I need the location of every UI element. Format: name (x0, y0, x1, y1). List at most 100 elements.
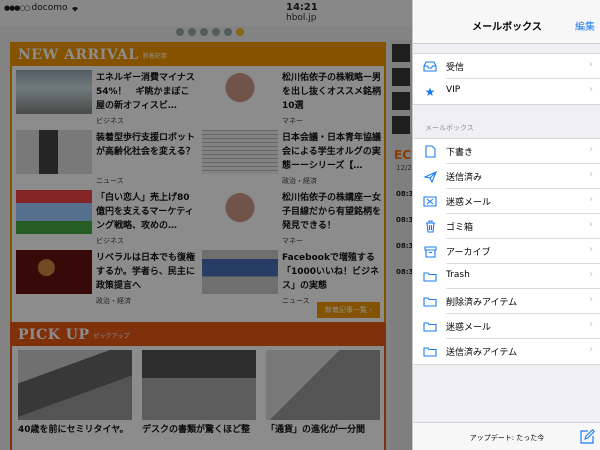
mailbox-footer: アップデート: たった今 (413, 422, 600, 450)
pickup-title: 40歳を前にセミリタイヤ。 (18, 425, 129, 435)
mailbox-label: アーカイブ (446, 248, 491, 258)
side-time: 08:3 (396, 242, 412, 250)
pickup-card[interactable]: 「通貨」の進化が一分間 (266, 350, 380, 450)
section-title: PICK UP (18, 327, 90, 343)
mailbox-row-deleted-items[interactable]: 削除済みアイテム › (413, 289, 600, 314)
article-category: ニュース (96, 177, 124, 185)
mailbox-label: 下書き (446, 148, 474, 158)
article-card[interactable]: 松川佑依子の株講座ー女子目線だから有望銘柄を発見できる！ マネー (202, 190, 384, 248)
article-card[interactable]: リベラルは日本でも復権するか。学者ら、民主に政策提言へ 政治・経済 (16, 250, 198, 308)
article-category: ビジネス (96, 237, 124, 245)
article-card[interactable]: 「白い恋人」売上げ80億円を支えるマーケティング戦略、攻めの… ビジネス (16, 190, 198, 248)
address-bar[interactable]: hbol.jp (0, 12, 412, 26)
paper-plane-icon (423, 170, 437, 183)
article-title: 装着型歩行支援ロボットが高齢化社会を変える？ (96, 133, 196, 157)
draft-document-icon (423, 145, 437, 158)
mailbox-row-sent[interactable]: 送信済み › (413, 164, 600, 189)
chevron-right-icon: › (589, 169, 593, 180)
article-card[interactable]: 日本会議・日本青年協議会による学生オルグの実態ーーシリーズ【… 政治・経済 (202, 130, 384, 188)
trash-can-icon (423, 220, 437, 233)
side-time: 08:3 (396, 190, 412, 198)
article-category: 政治・経済 (282, 177, 317, 185)
edit-button[interactable]: 編集 (575, 18, 595, 33)
mailbox-header: メールボックス 編集 (413, 0, 600, 44)
pickup-card[interactable]: 40歳を前にセミリタイヤ。 (18, 350, 132, 450)
article-category: ニュース (282, 297, 310, 305)
article-title: リベラルは日本でも復権するか。学者ら、民主に政策提言へ (96, 253, 196, 291)
mailbox-row-junk[interactable]: 迷惑メール › (413, 189, 600, 214)
article-card[interactable]: 装着型歩行支援ロボットが高齢化社会を変える？ ニュース (16, 130, 198, 188)
folder-icon (423, 270, 437, 283)
mailbox-row-sent-items[interactable]: 送信済みアイテム › (413, 339, 600, 364)
mailbox-title: メールボックス (472, 22, 542, 33)
mailbox-label: ゴミ箱 (446, 223, 474, 233)
pickup-image (266, 350, 380, 420)
pager-dot-active[interactable] (236, 28, 244, 36)
pager-dot[interactable] (224, 28, 232, 36)
calendar-cell (392, 44, 410, 62)
mailbox-row-trash[interactable]: ゴミ箱 › (413, 214, 600, 239)
article-thumbnail (16, 250, 92, 294)
article-category: 政治・経済 (96, 297, 131, 305)
article-thumbnail (202, 70, 278, 114)
address-domain: hbol.jp (286, 13, 317, 23)
more-articles-button[interactable]: 新着記事一覧 › (316, 302, 380, 318)
section-subtitle: ピックアップ (93, 332, 130, 340)
mailbox-label: 送信済みアイテム (446, 348, 518, 358)
background-webpage: ●●●○○ docomo 14:21 hbol.jp NEW ARRIVAL 新… (0, 0, 412, 450)
mailbox-label: 迷惑メール (446, 198, 492, 208)
mailbox-row-vip[interactable]: ★ VIP › (413, 79, 600, 104)
pickup-image (18, 350, 132, 420)
side-date: 12/2 (396, 164, 412, 172)
mailbox-row-inbox[interactable]: 受信 › (413, 54, 600, 79)
pager-dot[interactable] (176, 28, 184, 36)
article-title: 松川佑依子の株講座ー女子目線だから有望銘柄を発見できる！ (282, 193, 382, 231)
compose-icon[interactable] (579, 429, 595, 445)
wifi-icon (71, 7, 78, 12)
site-side-column: EC 12/2 08:3 08:3 08:3 08:3 (390, 40, 412, 450)
mailbox-row-junk-folder[interactable]: 迷惑メール › (413, 314, 600, 339)
pickup-title: デスクの書類が驚くほど整 (142, 425, 251, 435)
side-heading: EC (394, 148, 412, 162)
pager-dot[interactable] (212, 28, 220, 36)
archive-box-icon (423, 245, 437, 258)
side-time: 08:3 (396, 216, 412, 224)
folder-icon (423, 295, 437, 308)
article-category: マネー (282, 237, 303, 245)
chevron-right-icon: › (589, 269, 593, 280)
folder-icon (423, 320, 437, 333)
pick-up-section: PICK UP ピックアップ 40歳を前にセミリタイヤ。 デスクの書類が驚くほど… (10, 322, 386, 450)
star-icon: ★ (424, 84, 436, 99)
article-title: 松川佑依子の株戦略ー男を出し抜くオススメ銘柄10選 (282, 73, 382, 111)
section-title: NEW ARRIVAL (18, 47, 139, 63)
folder-icon (423, 345, 437, 358)
article-card[interactable]: Facebookで増殖する「1000いいね！ビジネス」の実態 ニュース (202, 250, 384, 308)
pager-dot[interactable] (188, 28, 196, 36)
top-mailbox-group: 受信 › ★ VIP › (413, 53, 600, 105)
mailbox-list: 下書き › 送信済み › 迷惑メール › ゴミ箱 › アーカイブ › Trash… (413, 138, 600, 365)
update-status: アップデート: たった今 (469, 434, 545, 442)
pager-dot[interactable] (200, 28, 208, 36)
chevron-right-icon: › (589, 319, 593, 330)
new-arrival-section: NEW ARRIVAL 新着記事 エネルギー消費マイナス54%！ ギ眺かまぼこ屋… (10, 42, 386, 324)
mailbox-label: Trash (446, 270, 470, 280)
calendar-cell (392, 68, 410, 86)
article-title: 日本会議・日本青年協議会による学生オルグの実態ーーシリーズ【… (282, 133, 382, 171)
article-card[interactable]: エネルギー消費マイナス54%！ ギ眺かまぼこ屋の新オフィスビ… ビジネス (16, 70, 198, 128)
inbox-tray-icon (423, 60, 437, 73)
more-articles-label: 新着記事一覧 (324, 306, 367, 314)
mailbox-row-trash-folder[interactable]: Trash › (413, 264, 600, 289)
chevron-right-icon: › (589, 84, 593, 95)
article-thumbnail (16, 190, 92, 234)
mailbox-row-drafts[interactable]: 下書き › (413, 139, 600, 164)
article-card[interactable]: 松川佑依子の株戦略ー男を出し抜くオススメ銘柄10選 マネー (202, 70, 384, 128)
article-category: マネー (282, 117, 303, 125)
calendar-cell (392, 92, 410, 110)
signal-strength-icon: ●●●○○ (4, 4, 31, 12)
article-title: エネルギー消費マイナス54%！ ギ眺かまぼこ屋の新オフィスビ… (96, 73, 195, 111)
mailbox-row-archive[interactable]: アーカイブ › (413, 239, 600, 264)
chevron-right-icon: › (589, 59, 593, 70)
pickup-card[interactable]: デスクの書類が驚くほど整 (142, 350, 256, 450)
mailboxes-section-label: メールボックス (425, 124, 474, 132)
article-thumbnail (16, 70, 92, 114)
